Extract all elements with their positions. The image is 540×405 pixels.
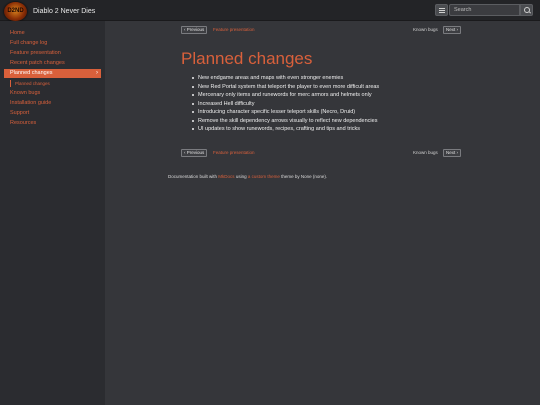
main-content: ‹ Previous Feature presentation Known bu…: [105, 21, 540, 405]
sidebar-nav: Home Full change log Feature presentatio…: [0, 21, 105, 405]
top-navbar: D2ND Diablo 2 Never Dies: [0, 0, 540, 21]
previous-page-link[interactable]: Feature presentation: [213, 149, 255, 157]
footer-prefix: Documentation built with: [168, 174, 218, 179]
sidebar-item-support[interactable]: Support: [0, 109, 105, 118]
next-button[interactable]: Next ›: [443, 149, 462, 157]
sidebar-subitem-planned-changes[interactable]: Planned changes: [10, 80, 101, 87]
chevron-right-icon: ›: [96, 70, 98, 76]
list-item: Introducing character specific lesser te…: [191, 109, 356, 115]
list-item: New endgame areas and maps with even str…: [191, 75, 344, 81]
sidebar-item-feature-presentation[interactable]: Feature presentation: [0, 49, 105, 58]
mkdocs-link[interactable]: MkDocs: [218, 174, 234, 179]
next-page-title: Known bugs: [413, 150, 438, 155]
sidebar-item-label: Planned changes: [10, 70, 53, 76]
search-button[interactable]: [520, 4, 533, 16]
list-item: UI updates to show runewords, recipes, c…: [191, 126, 361, 132]
brand-title: Diablo 2 Never Dies: [33, 7, 96, 15]
next-button[interactable]: Next ›: [443, 26, 462, 34]
list-item: Remove the skill dependency arrows visua…: [191, 117, 378, 124]
list-icon: [438, 7, 445, 13]
sidebar-item-full-change-log[interactable]: Full change log: [0, 39, 105, 48]
sidebar-item-planned-changes[interactable]: Planned changes ›: [4, 69, 101, 78]
pager-top: ‹ Previous Feature presentation Known bu…: [105, 26, 540, 34]
list-item: Mercenary only items and runewords for m…: [192, 92, 372, 98]
brand-link[interactable]: D2ND Diablo 2 Never Dies: [4, 1, 95, 21]
search-input[interactable]: [449, 4, 520, 16]
page-title: Planned changes: [181, 49, 313, 68]
list-item: New Red Portal system that teleport the …: [191, 83, 380, 90]
footer-using: using: [235, 174, 247, 179]
sidebar-item-installation-guide[interactable]: Installation guide: [0, 99, 105, 108]
logo-image: D2ND: [4, 1, 27, 21]
previous-button[interactable]: ‹ Previous: [181, 149, 208, 157]
theme-link[interactable]: a custom theme: [248, 174, 280, 179]
table-of-contents-button[interactable]: [435, 4, 448, 16]
list-item: Increased Hell difficulty: [191, 100, 255, 107]
previous-button[interactable]: ‹ Previous: [181, 26, 208, 34]
sidebar-item-resources[interactable]: Resources: [0, 119, 105, 128]
sidebar-item-home[interactable]: Home: [0, 29, 105, 38]
previous-page-link[interactable]: Feature presentation: [213, 26, 255, 34]
sidebar-item-known-bugs[interactable]: Known bugs: [0, 89, 105, 98]
footer-suffix: theme by None (none).: [281, 174, 328, 179]
next-page-title: Known bugs: [413, 27, 438, 32]
page-footer: Documentation built with MkDocs using a …: [168, 173, 327, 181]
pager-bottom: ‹ Previous Feature presentation Known bu…: [105, 149, 540, 157]
sidebar-item-recent-patch-changes[interactable]: Recent patch changes: [0, 59, 105, 68]
